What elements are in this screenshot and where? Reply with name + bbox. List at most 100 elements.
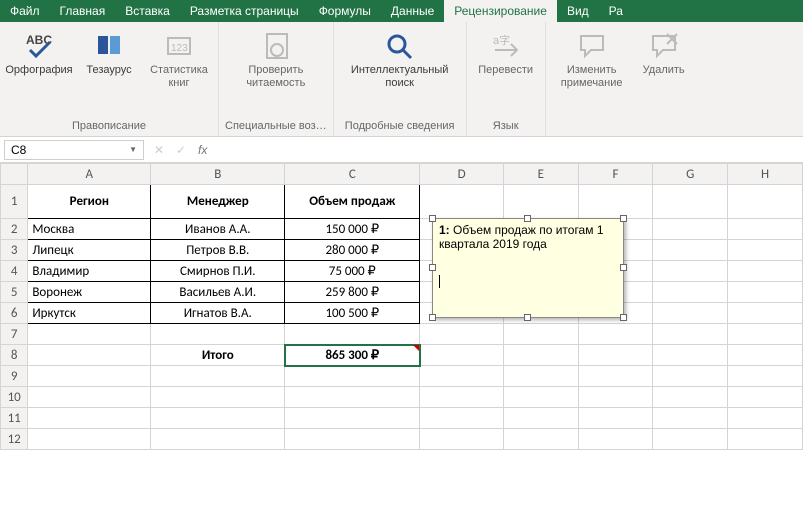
- cell[interactable]: [504, 185, 579, 219]
- cell[interactable]: [653, 303, 728, 324]
- cell[interactable]: [151, 387, 285, 408]
- col-header[interactable]: A: [28, 164, 151, 185]
- resize-handle[interactable]: [524, 215, 531, 222]
- tab-more[interactable]: Ра: [599, 0, 633, 22]
- cell[interactable]: Иркутск: [28, 303, 151, 324]
- cell[interactable]: [28, 408, 151, 429]
- spellcheck-button[interactable]: ABC Орфография: [6, 26, 72, 79]
- row-header[interactable]: 2: [1, 219, 28, 240]
- row-header[interactable]: 5: [1, 282, 28, 303]
- row-header[interactable]: 6: [1, 303, 28, 324]
- cell[interactable]: Итого: [151, 345, 285, 366]
- cell[interactable]: [653, 282, 728, 303]
- row-header[interactable]: 4: [1, 261, 28, 282]
- cell[interactable]: [285, 429, 420, 450]
- col-header[interactable]: H: [728, 164, 803, 185]
- cell[interactable]: Васильев А.И.: [151, 282, 285, 303]
- cell[interactable]: [728, 429, 803, 450]
- cell[interactable]: Липецк: [28, 240, 151, 261]
- cell[interactable]: 259 800 ₽: [285, 282, 420, 303]
- cell[interactable]: [504, 345, 579, 366]
- cell[interactable]: [653, 387, 728, 408]
- cell[interactable]: 100 500 ₽: [285, 303, 420, 324]
- cell[interactable]: [151, 408, 285, 429]
- cell[interactable]: [653, 261, 728, 282]
- cell[interactable]: [728, 366, 803, 387]
- cell[interactable]: [728, 303, 803, 324]
- cell[interactable]: [504, 429, 579, 450]
- cell[interactable]: [285, 408, 420, 429]
- row-header[interactable]: 9: [1, 366, 28, 387]
- col-header[interactable]: G: [653, 164, 728, 185]
- tab-layout[interactable]: Разметка страницы: [180, 0, 309, 22]
- cell[interactable]: [151, 324, 285, 345]
- tab-file[interactable]: Файл: [0, 0, 50, 22]
- cell[interactable]: [285, 366, 420, 387]
- comment-popup[interactable]: 1: Объем продаж по итогам 1 квартала 201…: [432, 218, 624, 318]
- cell[interactable]: 150 000 ₽: [285, 219, 420, 240]
- cell[interactable]: [578, 408, 653, 429]
- cell[interactable]: 75 000 ₽: [285, 261, 420, 282]
- cell[interactable]: [504, 387, 579, 408]
- col-header[interactable]: E: [504, 164, 579, 185]
- tab-data[interactable]: Данные: [381, 0, 444, 22]
- cell[interactable]: [420, 345, 504, 366]
- cell[interactable]: Владимир: [28, 261, 151, 282]
- cell[interactable]: [420, 429, 504, 450]
- cell[interactable]: Регион: [28, 185, 151, 219]
- cell[interactable]: 280 000 ₽: [285, 240, 420, 261]
- resize-handle[interactable]: [429, 264, 436, 271]
- resize-handle[interactable]: [620, 264, 627, 271]
- cell[interactable]: [728, 261, 803, 282]
- resize-handle[interactable]: [429, 215, 436, 222]
- col-header[interactable]: F: [578, 164, 653, 185]
- cell[interactable]: [420, 185, 504, 219]
- cell[interactable]: [653, 219, 728, 240]
- cell[interactable]: Смирнов П.И.: [151, 261, 285, 282]
- cell[interactable]: [578, 429, 653, 450]
- cell[interactable]: [28, 387, 151, 408]
- cell[interactable]: [728, 240, 803, 261]
- cell[interactable]: [420, 408, 504, 429]
- cell[interactable]: [653, 240, 728, 261]
- cell[interactable]: [728, 387, 803, 408]
- col-header[interactable]: D: [420, 164, 504, 185]
- select-all-corner[interactable]: [1, 164, 28, 185]
- resize-handle[interactable]: [524, 314, 531, 321]
- resize-handle[interactable]: [620, 314, 627, 321]
- accept-formula-icon[interactable]: ✓: [170, 143, 192, 157]
- row-header[interactable]: 8: [1, 345, 28, 366]
- cell[interactable]: [653, 324, 728, 345]
- cell[interactable]: [728, 324, 803, 345]
- tab-home[interactable]: Главная: [50, 0, 116, 22]
- cancel-formula-icon[interactable]: ✕: [148, 143, 170, 157]
- comment-indicator-icon[interactable]: [413, 345, 419, 351]
- cell[interactable]: [28, 366, 151, 387]
- tab-insert[interactable]: Вставка: [115, 0, 180, 22]
- cell[interactable]: [578, 366, 653, 387]
- row-header[interactable]: 11: [1, 408, 28, 429]
- cell[interactable]: [728, 345, 803, 366]
- cell[interactable]: [420, 387, 504, 408]
- smartlookup-button[interactable]: Интеллектуальный поиск: [340, 26, 460, 92]
- cell[interactable]: [728, 282, 803, 303]
- row-header[interactable]: 12: [1, 429, 28, 450]
- cell[interactable]: [504, 408, 579, 429]
- tab-formulas[interactable]: Формулы: [309, 0, 381, 22]
- cell[interactable]: [653, 345, 728, 366]
- cell[interactable]: [653, 185, 728, 219]
- row-header[interactable]: 1: [1, 185, 28, 219]
- chevron-down-icon[interactable]: ▼: [129, 145, 137, 154]
- resize-handle[interactable]: [429, 314, 436, 321]
- cell[interactable]: Петров В.В.: [151, 240, 285, 261]
- cell[interactable]: [504, 366, 579, 387]
- cell[interactable]: [28, 324, 151, 345]
- spreadsheet-grid[interactable]: A B C D E F G H 1 Регион Менеджер Объем …: [0, 163, 803, 450]
- cell[interactable]: Иванов А.А.: [151, 219, 285, 240]
- fx-icon[interactable]: fx: [192, 143, 213, 157]
- col-header[interactable]: C: [285, 164, 420, 185]
- row-header[interactable]: 3: [1, 240, 28, 261]
- cell[interactable]: [285, 387, 420, 408]
- cell[interactable]: Игнатов В.А.: [151, 303, 285, 324]
- cell[interactable]: [28, 429, 151, 450]
